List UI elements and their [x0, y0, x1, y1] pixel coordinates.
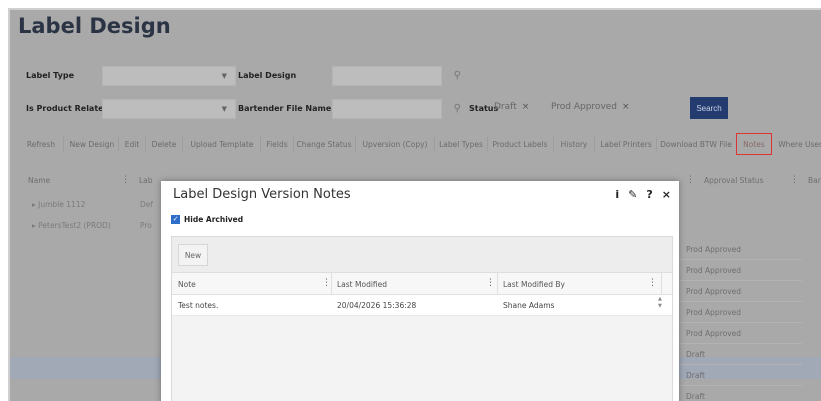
- status-cell: Draft: [672, 365, 802, 386]
- col-note-header[interactable]: Note: [178, 280, 196, 289]
- help-icon[interactable]: ?: [646, 188, 652, 201]
- history-button[interactable]: History: [556, 133, 592, 155]
- column-menu-icon[interactable]: ⋮: [686, 175, 695, 185]
- col-bartender-header[interactable]: Bar: [808, 176, 821, 185]
- info-icon[interactable]: i: [615, 188, 619, 201]
- status-cell: Prod Approved: [672, 260, 802, 281]
- status-cell: Prod Approved: [672, 302, 802, 323]
- change-status-button[interactable]: Change Status: [296, 133, 352, 155]
- new-note-button[interactable]: New: [178, 244, 208, 266]
- download-btw-file-button[interactable]: Download BTW File: [659, 133, 733, 155]
- notes-header-row: Note ⋮ Last Modified ⋮ Last Modified By …: [172, 273, 672, 295]
- fields-button[interactable]: Fields: [264, 133, 290, 155]
- remove-chip-icon[interactable]: ×: [522, 102, 530, 112]
- notes-dialog: Label Design Version Notes i ✎ ? × ✓ Hid…: [161, 181, 679, 401]
- chevron-down-icon: ▼: [221, 105, 227, 113]
- remove-chip-icon[interactable]: ×: [622, 102, 630, 112]
- bartender-file-label: Bartender File Name: [238, 104, 332, 113]
- bartender-file-input[interactable]: ⚲: [332, 99, 461, 119]
- search-button[interactable]: Search: [690, 97, 728, 119]
- label-design-label: Label Design: [238, 71, 297, 80]
- tree-item[interactable]: ▸ PetersTest2 (PROD): [32, 221, 111, 230]
- search-icon[interactable]: ⚲: [454, 103, 461, 114]
- page-title: Label Design: [18, 14, 171, 38]
- where-used-button[interactable]: Where Used: [776, 133, 821, 155]
- search-icon[interactable]: ⚲: [454, 70, 461, 81]
- upversion-copy-button[interactable]: Upversion (Copy): [359, 133, 431, 155]
- notes-panel: New Note ⋮ Last Modified ⋮ Last Modified…: [171, 236, 673, 401]
- label-printers-button[interactable]: Label Printers: [598, 133, 654, 155]
- status-cell: Draft: [672, 386, 802, 401]
- tree-item[interactable]: ▸ Jumble 1112: [32, 200, 85, 209]
- tree-item-partial: Pro: [140, 221, 152, 230]
- status-cell: Prod Approved: [672, 239, 802, 260]
- app-frame: Label Design Label Type ▼ Label Design ⚲…: [8, 8, 821, 401]
- tree-item-partial: Def: [140, 200, 154, 209]
- column-menu-icon[interactable]: ⋮: [486, 278, 495, 288]
- status-cell: Prod Approved: [672, 323, 802, 344]
- notes-button[interactable]: Notes: [736, 133, 772, 155]
- note-cell: Test notes.: [178, 301, 219, 310]
- label-types-button[interactable]: Label Types: [437, 133, 485, 155]
- label-design-input[interactable]: ⚲: [332, 66, 461, 86]
- last-modified-cell: 20/04/2026 15:36:28: [337, 301, 417, 310]
- col-last-modified-by-header[interactable]: Last Modified By: [503, 280, 565, 289]
- dialog-title: Label Design Version Notes: [173, 187, 351, 202]
- table-row[interactable]: Test notes. 20/04/2026 15:36:28 Shane Ad…: [172, 295, 672, 316]
- notes-empty-area: [172, 316, 672, 401]
- label-type-label: Label Type: [26, 71, 75, 80]
- chevron-down-icon: ▼: [221, 72, 227, 80]
- column-menu-icon[interactable]: ⋮: [121, 175, 130, 185]
- label-type-select[interactable]: ▼: [102, 66, 236, 86]
- col-approval-header[interactable]: Approval Status: [704, 176, 764, 185]
- refresh-button[interactable]: Refresh: [22, 133, 60, 155]
- pencil-icon[interactable]: ✎: [628, 188, 637, 201]
- column-menu-icon[interactable]: ⋮: [790, 175, 799, 185]
- status-cell: Prod Approved: [672, 281, 802, 302]
- close-icon[interactable]: ×: [662, 188, 671, 201]
- col-name-header[interactable]: Name: [28, 176, 50, 185]
- col-label-header[interactable]: Lab: [139, 176, 153, 185]
- new-design-button[interactable]: New Design: [68, 133, 116, 155]
- toolbar: Refresh New Design Edit Delete Upload Te…: [10, 133, 821, 157]
- edit-button[interactable]: Edit: [121, 133, 143, 155]
- product-labels-button[interactable]: Product Labels: [490, 133, 550, 155]
- scroll-arrows-icon[interactable]: ▲ ▼: [658, 296, 662, 310]
- hide-archived-toggle[interactable]: ✓ Hide Archived: [171, 215, 243, 224]
- last-modified-by-cell: Shane Adams: [503, 301, 555, 310]
- notes-toolbar: New: [172, 237, 672, 273]
- is-product-related-label: Is Product Related: [26, 104, 110, 113]
- status-chip-prod-approved[interactable]: Prod Approved ×: [551, 102, 630, 112]
- upload-template-button[interactable]: Upload Template: [186, 133, 258, 155]
- col-last-modified-header[interactable]: Last Modified: [337, 280, 387, 289]
- column-menu-icon[interactable]: ⋮: [322, 278, 331, 288]
- is-product-related-select[interactable]: ▼: [102, 99, 236, 119]
- status-cell: Draft: [672, 344, 802, 365]
- hide-archived-label: Hide Archived: [184, 215, 244, 224]
- hide-archived-checkbox[interactable]: ✓: [171, 215, 180, 224]
- column-menu-icon[interactable]: ⋮: [648, 278, 657, 288]
- status-chip-draft[interactable]: Draft ×: [494, 102, 529, 112]
- delete-button[interactable]: Delete: [149, 133, 179, 155]
- dialog-tools: i ✎ ? ×: [615, 188, 671, 201]
